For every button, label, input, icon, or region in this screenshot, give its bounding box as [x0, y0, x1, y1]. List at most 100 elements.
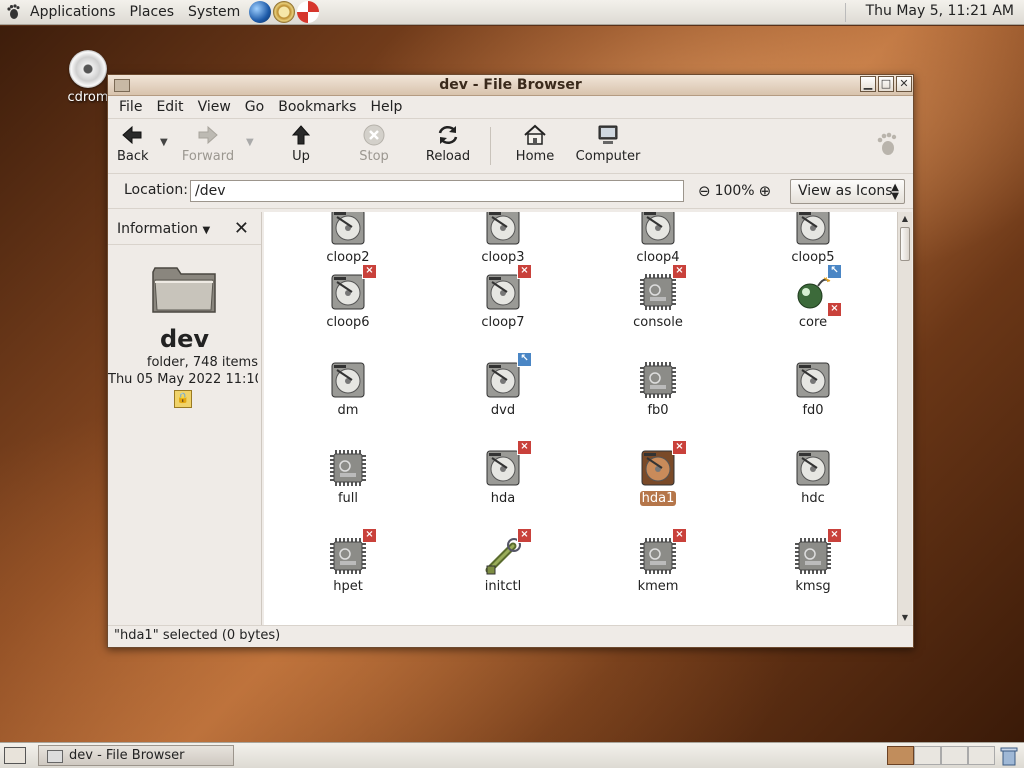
computer-button[interactable]: Computer [574, 123, 642, 164]
file-item-dm[interactable]: dm [293, 360, 403, 418]
reload-button[interactable]: Reload [424, 123, 472, 164]
folder-icon [47, 750, 63, 763]
menu-file[interactable]: File [112, 99, 149, 115]
file-label: hpet [333, 579, 363, 594]
file-item-cloop5[interactable]: cloop5 [758, 212, 868, 265]
file-item-hdc[interactable]: hdc [758, 448, 868, 506]
file-item-cloop6[interactable]: × cloop6 [293, 264, 403, 330]
workspace-3[interactable] [941, 746, 968, 765]
vertical-scrollbar[interactable]: ▲ ▼ [897, 212, 912, 625]
file-item-kmsg[interactable]: × kmsg [758, 528, 868, 594]
sidebar-mode-select[interactable]: Information ▼ [117, 221, 210, 237]
cdrom-icon [69, 50, 107, 88]
sidebar: Information ▼ ✕ dev folder, 748 items Th… [108, 212, 262, 625]
forward-history-chevron-icon[interactable]: ▼ [246, 137, 254, 148]
file-item-fb0[interactable]: fb0 [603, 360, 713, 418]
maximize-button[interactable]: □ [878, 76, 894, 92]
menu-applications[interactable]: Applications [23, 4, 123, 20]
gnome-activity-foot-icon [877, 132, 897, 155]
chip-icon: × [328, 528, 377, 576]
menu-edit[interactable]: Edit [149, 99, 190, 115]
menu-bookmarks[interactable]: Bookmarks [271, 99, 363, 115]
computer-icon [598, 125, 618, 144]
file-label: cloop4 [636, 250, 680, 265]
reload-icon [438, 125, 458, 145]
workspace-1[interactable] [887, 746, 914, 765]
menu-view[interactable]: View [191, 99, 238, 115]
file-item-fd0[interactable]: fd0 [758, 360, 868, 418]
chip-icon [328, 448, 368, 488]
no-access-emblem-icon: × [827, 528, 842, 543]
show-desktop-icon[interactable] [4, 747, 26, 764]
no-access-emblem-icon: × [672, 528, 687, 543]
forward-arrow-icon [198, 125, 218, 145]
file-label: hdc [801, 491, 825, 506]
workspace-4[interactable] [968, 746, 995, 765]
file-item-hpet[interactable]: × hpet [293, 528, 403, 594]
scroll-down-icon[interactable]: ▼ [899, 612, 911, 624]
back-button[interactable]: Back [117, 123, 149, 164]
menu-system[interactable]: System [181, 4, 247, 20]
view-mode-select[interactable]: View as Icons ▲ ▼ [790, 179, 905, 204]
web-browser-icon[interactable] [249, 1, 272, 23]
menu-go[interactable]: Go [238, 99, 271, 115]
file-item-initctl[interactable]: × initctl [448, 528, 558, 594]
sidebar-header: Information ▼ ✕ [108, 212, 261, 245]
minimize-button[interactable]: ▁ [860, 76, 876, 92]
zoom-level[interactable]: 100% [715, 183, 755, 199]
help-lifebuoy-icon[interactable] [297, 1, 320, 23]
chip-icon: × [793, 528, 842, 576]
stop-button[interactable]: Stop [356, 123, 392, 164]
file-item-hda1[interactable]: × hda1 [603, 440, 713, 506]
close-button[interactable]: ✕ [896, 76, 912, 92]
toolbar-separator [490, 127, 491, 165]
panel-clock[interactable]: Thu May 5, 11:21 AM [866, 3, 1014, 19]
trash-icon[interactable] [1000, 746, 1018, 766]
status-bar: "hda1" selected (0 bytes) [108, 625, 913, 647]
harddisk-icon [793, 360, 833, 400]
file-item-dvd[interactable]: ↖ dvd [448, 352, 558, 418]
file-item-cloop4[interactable]: cloop4 [603, 212, 713, 265]
zoom-in-icon[interactable]: ⊕ [759, 182, 772, 200]
file-label: kmsg [795, 579, 831, 594]
forward-button[interactable]: Forward [180, 123, 236, 164]
file-item-cloop2[interactable]: cloop2 [293, 212, 403, 265]
up-button[interactable]: Up [286, 123, 316, 164]
home-button[interactable]: Home [512, 123, 558, 164]
compass-icon[interactable] [273, 1, 296, 23]
workspace-2[interactable] [914, 746, 941, 765]
chip-icon: × [638, 264, 687, 312]
chip-icon: × [638, 528, 687, 576]
file-item-console[interactable]: × console [603, 264, 713, 330]
file-item-kmem[interactable]: × kmem [603, 528, 713, 594]
file-label: cloop7 [481, 315, 525, 330]
back-arrow-icon [122, 125, 142, 145]
file-label: full [337, 491, 359, 506]
location-label: Location: [124, 182, 188, 198]
scroll-up-icon[interactable]: ▲ [899, 213, 911, 225]
harddisk-icon: ↖ [483, 352, 532, 400]
menu-help[interactable]: Help [363, 99, 409, 115]
gnome-foot-icon[interactable] [5, 4, 21, 20]
file-item-core[interactable]: × ↖ core [758, 264, 868, 330]
back-history-chevron-icon[interactable]: ▼ [160, 137, 168, 148]
file-item-full[interactable]: full [293, 448, 403, 506]
location-input[interactable]: /dev [190, 180, 684, 202]
sidebar-close-icon[interactable]: ✕ [234, 218, 249, 239]
zoom-out-icon[interactable]: ⊖ [698, 182, 711, 200]
scrollbar-thumb[interactable] [900, 227, 910, 261]
no-access-emblem-icon: × [517, 440, 532, 455]
icon-view[interactable]: cloop2 cloop3 cloop4 cloop5 × cloop6 × cloop7 × c… [264, 212, 897, 625]
workspace-switcher[interactable] [887, 746, 995, 765]
top-panel: Applications Places System Thu May 5, 11… [0, 0, 1024, 25]
folder-icon[interactable] [114, 79, 130, 92]
chip-icon [638, 360, 678, 400]
menu-places[interactable]: Places [123, 4, 182, 20]
window-titlebar[interactable]: dev - File Browser ▁ □ ✕ [108, 75, 913, 96]
window-title: dev - File Browser [439, 77, 582, 93]
file-item-hda[interactable]: × hda [448, 440, 558, 506]
file-item-cloop7[interactable]: × cloop7 [448, 264, 558, 330]
taskbar-item-file-browser[interactable]: dev - File Browser [38, 745, 234, 766]
location-bar: Location: /dev ⊖ 100% ⊕ View as Icons ▲ ▼ [108, 174, 913, 209]
file-item-cloop3[interactable]: cloop3 [448, 212, 558, 265]
